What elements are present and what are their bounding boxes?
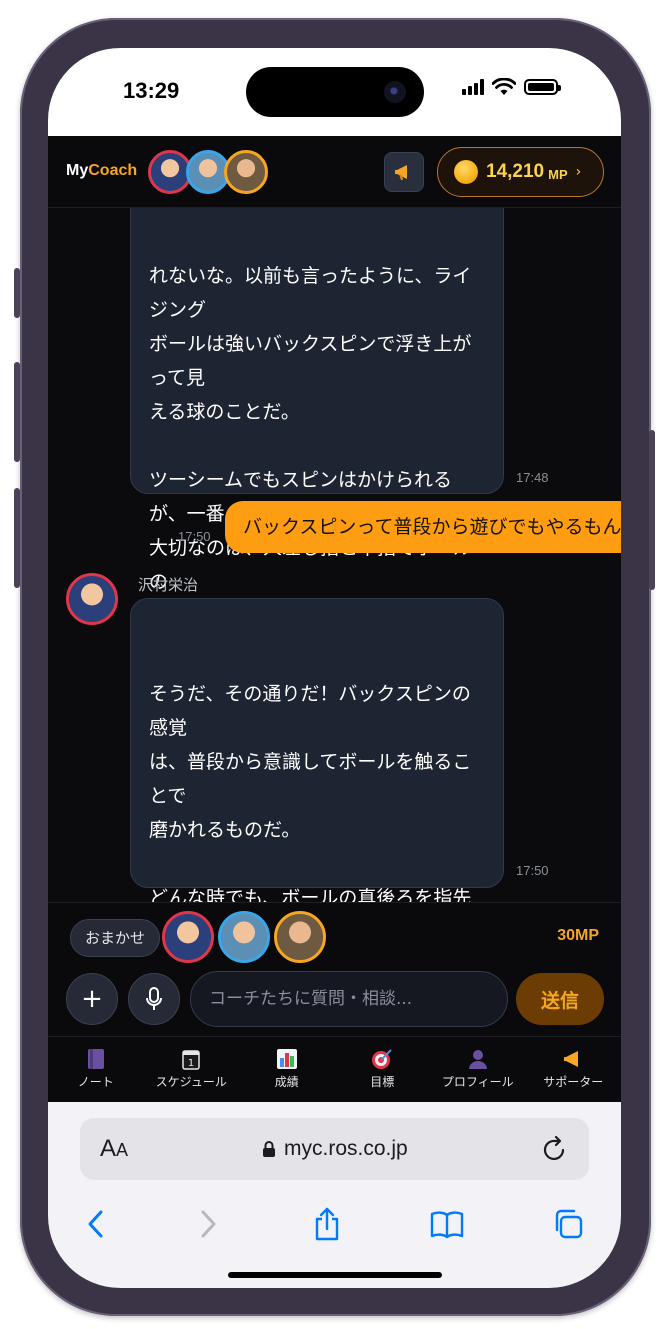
- notebook-icon: [84, 1047, 108, 1071]
- bottom-nav: ノート 1 スケジュール 成績 目標 プロフィール サポーター: [48, 1036, 621, 1102]
- power-button: [649, 430, 655, 590]
- reload-icon: [543, 1135, 565, 1161]
- logo-coach: Coach: [88, 162, 138, 179]
- message-text: バックスピンって普段から遊びでもやるもんね: [243, 516, 621, 538]
- nav-label: 目標: [370, 1075, 395, 1089]
- message-timestamp: 17:48: [516, 470, 549, 485]
- forward-button[interactable]: [186, 1202, 230, 1246]
- coach-message-bubble: れないな。以前も言ったように、ライジング ボールは強いバックスピンで浮き上がって…: [130, 208, 504, 831]
- nav-item-supporter[interactable]: サポーター: [526, 1037, 622, 1102]
- message-text: そうだ、その通りだ！バックスピンの感覚 は、普段から意識してボールを触ることで …: [149, 683, 472, 902]
- send-button[interactable]: 送信: [516, 973, 604, 1025]
- volume-down-button: [14, 488, 20, 588]
- browser-chrome: AA myc.ros.co.jp: [48, 1102, 621, 1288]
- target-icon: [370, 1047, 394, 1071]
- volume-up-button: [14, 362, 20, 462]
- battery-icon: [524, 79, 561, 95]
- chevron-left-icon: [88, 1210, 103, 1238]
- nav-label: ノート: [77, 1075, 114, 1089]
- chevron-right-icon: [201, 1210, 216, 1238]
- url-display: myc.ros.co.jp: [262, 1137, 408, 1161]
- message-timestamp: 17:50: [516, 863, 549, 878]
- microphone-icon: [146, 987, 162, 1010]
- coach-selector: [162, 911, 332, 965]
- nav-label: 成績: [274, 1075, 299, 1089]
- aa-small: A: [116, 1140, 129, 1160]
- mp-balance-button[interactable]: 14,210 MP ›: [437, 147, 604, 197]
- coach-avatar-sawamura[interactable]: [66, 573, 118, 625]
- nav-label: プロフィール: [441, 1075, 514, 1089]
- chevron-right-icon: ›: [575, 164, 582, 180]
- status-bar: 13:29: [48, 48, 621, 136]
- bar-chart-icon: [275, 1047, 299, 1071]
- app-header: MyCoach 14,210 MP ›: [48, 136, 621, 208]
- mp-balance-value: 14,210: [486, 161, 545, 182]
- message-input[interactable]: [190, 971, 508, 1027]
- coach-select-2[interactable]: [218, 911, 270, 963]
- reader-settings-button[interactable]: AA: [100, 1135, 128, 1163]
- bookmarks-button[interactable]: [425, 1202, 469, 1246]
- coach-select-sawamura[interactable]: [162, 911, 214, 963]
- address-bar[interactable]: AA myc.ros.co.jp: [80, 1118, 589, 1180]
- plus-icon: +: [81, 984, 103, 1014]
- aa-large: A: [100, 1135, 117, 1162]
- phone-screen: 13:29 MyCoach 14,210 MP › れないな。以前も言ったように…: [48, 48, 621, 1288]
- nav-item-note[interactable]: ノート: [48, 1037, 144, 1102]
- reload-button[interactable]: [541, 1134, 569, 1168]
- nav-item-profile[interactable]: プロフィール: [430, 1037, 526, 1102]
- logo-my: My: [66, 162, 89, 179]
- message-cost: 30MP: [557, 927, 599, 944]
- tabs-button[interactable]: [546, 1202, 590, 1246]
- voice-input-button[interactable]: [128, 973, 180, 1025]
- sender-name: 沢村栄治: [138, 576, 199, 594]
- app-logo[interactable]: MyCoach: [66, 162, 137, 180]
- wifi-icon: [492, 78, 516, 95]
- browser-toolbar: [48, 1202, 621, 1248]
- camera-icon: [384, 81, 406, 103]
- tabs-icon: [555, 1209, 583, 1239]
- lock-icon: [263, 1141, 275, 1157]
- share-icon: [315, 1207, 339, 1241]
- nav-label: スケジュール: [155, 1075, 227, 1089]
- person-icon: [466, 1047, 490, 1071]
- nav-item-stats[interactable]: 成績: [239, 1037, 335, 1102]
- coin-icon: [454, 160, 478, 184]
- url-text: myc.ros.co.jp: [284, 1137, 408, 1160]
- book-icon: [430, 1211, 464, 1239]
- message-timestamp: 17:50: [178, 529, 211, 544]
- coach-select-3[interactable]: [274, 911, 326, 963]
- share-button[interactable]: [305, 1202, 349, 1246]
- composer: おまかせ 30MP + 送信: [48, 902, 621, 1036]
- supporter-bell-button[interactable]: [384, 152, 424, 192]
- nav-item-goal[interactable]: 目標: [335, 1037, 431, 1102]
- svg-text:1: 1: [188, 1058, 194, 1069]
- coach-message-bubble: そうだ、その通りだ！バックスピンの感覚 は、普段から意識してボールを触ることで …: [130, 598, 504, 902]
- back-button[interactable]: [74, 1202, 118, 1246]
- status-icons: [462, 78, 561, 96]
- nav-item-schedule[interactable]: 1 スケジュール: [144, 1037, 240, 1102]
- chat-thread[interactable]: れないな。以前も言ったように、ライジング ボールは強いバックスピンで浮き上がって…: [48, 208, 621, 902]
- action-button: [14, 268, 20, 318]
- omakase-button[interactable]: おまかせ: [70, 919, 161, 957]
- megaphone-icon: [395, 165, 407, 180]
- megaphone-icon: [561, 1047, 585, 1071]
- coach-avatar-group[interactable]: [148, 148, 278, 196]
- mp-balance-unit: MP: [548, 166, 568, 182]
- home-indicator: [228, 1272, 442, 1278]
- cellular-signal-icon: [462, 79, 484, 95]
- user-message-bubble: バックスピンって普段から遊びでもやるもんね: [225, 501, 621, 553]
- status-time: 13:29: [123, 78, 180, 103]
- coach-avatar-3: [224, 150, 268, 194]
- calendar-icon: 1: [179, 1047, 203, 1071]
- add-button[interactable]: +: [66, 973, 118, 1025]
- nav-label: サポーター: [543, 1075, 604, 1089]
